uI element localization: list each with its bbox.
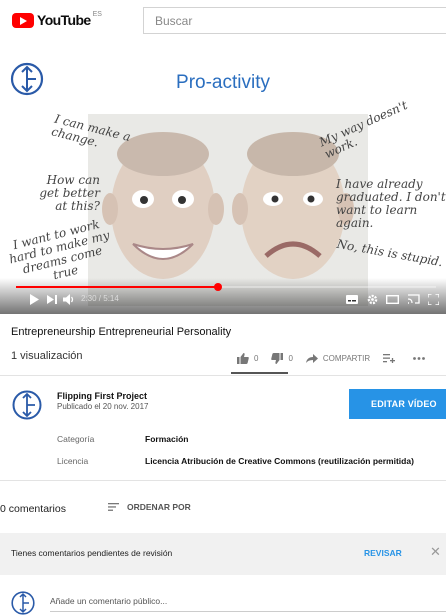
add-to-playlist-button[interactable] [383, 353, 400, 363]
search-input[interactable] [144, 8, 446, 33]
comments-count: 0 comentarios [0, 503, 66, 515]
like-button[interactable]: 0 [237, 352, 259, 364]
channel-avatar[interactable] [12, 390, 42, 420]
dislike-button[interactable]: 0 [271, 352, 293, 364]
sort-label: ORDENAR POR [127, 502, 191, 512]
miniplayer-icon[interactable] [386, 295, 399, 304]
like-count: 0 [254, 353, 259, 363]
video-overlay-title: Pro-activity [176, 72, 270, 93]
edit-video-button[interactable]: EDITAR VÍDEO [349, 389, 446, 419]
play-logo-icon [12, 12, 34, 28]
thumbs-down-icon [271, 352, 284, 364]
like-ratio-bar [231, 372, 288, 374]
logo-text: YouTube [37, 12, 91, 28]
subtitles-icon[interactable] [346, 295, 358, 304]
channel-name[interactable]: Flipping First Project [57, 391, 147, 401]
divider [0, 375, 446, 376]
masthead: YouTube ES [0, 0, 446, 40]
more-actions-button[interactable] [413, 356, 430, 360]
more-horizontal-icon [413, 356, 426, 360]
quote-left-2: How can get better at this? [39, 173, 100, 213]
dislike-count: 0 [288, 353, 293, 363]
player-controls: 2:30 / 5:14 [0, 278, 446, 314]
next-icon[interactable] [47, 295, 57, 304]
view-count: 1 visualización [11, 350, 83, 362]
share-button[interactable]: COMPARTIR [305, 353, 371, 363]
search-box[interactable] [143, 7, 446, 34]
thumbs-up-icon [237, 352, 249, 364]
progress-fill [16, 286, 218, 288]
quote-right-2: I have already graduated. I don't want t… [336, 177, 446, 230]
action-bar: 0 0 COMPARTIR [225, 346, 443, 370]
play-icon[interactable] [29, 294, 39, 305]
volume-icon[interactable] [63, 294, 75, 305]
license-label: Licencia [57, 456, 89, 466]
settings-gear-icon[interactable] [367, 294, 378, 305]
comment-input[interactable] [50, 590, 446, 612]
publish-date: Publicado el 20 nov. 2017 [57, 402, 149, 411]
fullscreen-icon[interactable] [428, 294, 439, 305]
pending-comments-text: Tienes comentarios pendientes de revisió… [11, 548, 173, 558]
video-player[interactable]: Pro-activity I can make a change. How ca… [0, 52, 446, 314]
progress-scrubber[interactable] [213, 283, 222, 291]
review-button[interactable]: REVISAR [364, 548, 402, 558]
sort-comments-button[interactable]: ORDENAR POR [108, 502, 191, 512]
progress-bar[interactable] [16, 283, 436, 291]
pending-comments-banner: Tienes comentarios pendientes de revisió… [0, 533, 446, 575]
user-avatar [11, 591, 35, 615]
category-value[interactable]: Formación [145, 434, 188, 444]
divider [0, 480, 446, 481]
add-to-playlist-icon [383, 353, 396, 363]
video-title: Entrepreneurship Entrepreneurial Persona… [11, 326, 232, 338]
sort-icon [108, 503, 119, 511]
close-icon[interactable]: ✕ [430, 544, 441, 560]
category-label: Categoría [57, 434, 95, 444]
share-label: COMPARTIR [322, 353, 371, 363]
time-display: 2:30 / 5:14 [81, 294, 119, 303]
youtube-logo[interactable]: YouTube ES [12, 10, 102, 28]
license-value[interactable]: Licencia Atribución de Creative Commons … [145, 456, 414, 466]
cast-icon[interactable] [407, 294, 420, 305]
share-arrow-icon [305, 353, 318, 363]
region-code: ES [92, 10, 102, 18]
